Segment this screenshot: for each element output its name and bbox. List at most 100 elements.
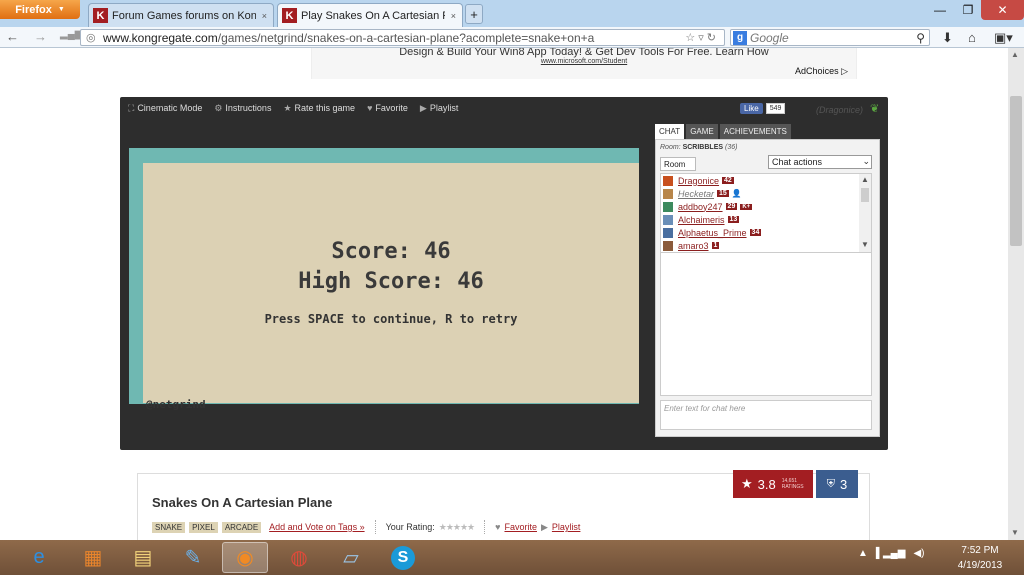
tab-snakes-game[interactable]: K Play Snakes On A Cartesian Pl... × [277,3,463,27]
close-icon[interactable]: × [262,11,267,21]
list-item[interactable]: amaro3 1 [661,239,871,252]
user-name[interactable]: addboy247 [678,202,723,212]
google-icon: g [733,30,747,45]
avatar [663,175,673,186]
tag-pixel[interactable]: PIXEL [189,521,218,533]
download-icon[interactable]: ⬇ [942,30,953,46]
bookmark-star-icon[interactable]: ☆▿↻ [685,31,719,44]
chevron-down-icon: ▼ [57,6,65,13]
file-explorer-icon[interactable]: ▤ [120,542,166,573]
chevron-down-icon[interactable]: ▼ [1011,528,1019,537]
favorite-link[interactable]: Favorite [504,522,537,532]
scroll-thumb[interactable] [1010,96,1022,246]
current-username[interactable]: (Dragonice) [816,105,863,115]
forward-icon[interactable]: → [34,29,47,44]
list-item[interactable]: Alphaetus_Prime 34 [661,226,871,239]
playlist-link[interactable]: Playlist [552,522,581,532]
chat-body: Room: SCRIBBLES (36) Room Chat actions ⌄… [655,139,880,437]
internet-explorer-icon[interactable]: e [16,542,62,573]
level-badge: 29 [725,203,738,210]
kong-plus-badge: K+ [740,203,753,210]
clock[interactable]: 7:52 PM 4/19/2013 [948,543,1012,573]
list-item[interactable]: Alchaimeris 13 [661,213,871,226]
firefox-icon[interactable]: ◉ [222,542,268,573]
user-name[interactable]: amaro3 [678,241,709,251]
tag-snake[interactable]: SNAKE [152,521,186,533]
instructions-button[interactable]: ⚙ Instructions [214,103,271,114]
url-bar[interactable]: ◎ www.kongregate.com/games/netgrind/snak… [80,29,725,46]
minimize-button[interactable]: — [925,0,955,20]
close-icon[interactable]: × [451,11,456,21]
maximize-button[interactable]: ❐ [955,0,981,20]
volume-icon[interactable]: ◀) [913,548,924,559]
chevron-up-icon[interactable]: ▲ [861,175,869,184]
globe-icon: ◎ [86,32,96,44]
paint-icon[interactable]: ✎ [170,542,216,573]
game-canvas[interactable]: Score: 46 High Score: 46 Press SPACE to … [129,148,639,411]
scroll-thumb[interactable] [861,188,869,202]
home-icon[interactable]: ⌂ [968,30,976,45]
chevron-down-icon[interactable]: ▼ [861,240,869,249]
tab-chat[interactable]: CHAT [655,124,685,139]
play-icon: ▶ [419,103,427,113]
new-tab-button[interactable]: + [465,4,483,24]
page-scrollbar[interactable]: ▲ ▼ [1008,48,1024,540]
favorite-button[interactable]: ♥ Favorite [367,103,408,114]
list-item[interactable]: Dragonice 42 [661,174,871,187]
adchoices-link[interactable]: AdChoices ▷ [795,66,848,77]
rating-stars[interactable]: ★★★★★ [439,522,475,533]
user-name[interactable]: Alphaetus_Prime [678,228,747,238]
back-icon[interactable]: ← [6,29,19,44]
user-name[interactable]: Dragonice [678,176,719,186]
ad-link[interactable]: www.microsoft.com/Student [312,58,856,65]
firefox-menu-button[interactable]: Firefox ▼ [0,0,80,19]
tab-game[interactable]: GAME [686,124,718,139]
game-toolbar: ⛶ Cinematic Mode ⚙ Instructions ★ Rate this… [128,103,458,114]
avatar [663,227,673,238]
addon-icon[interactable]: ▣▾ [994,30,1013,46]
list-item[interactable]: Hecketar 15 👤 [661,187,871,200]
search-bar[interactable]: g Google ⚲ [730,29,930,46]
room-name[interactable]: SCRIBBLES [683,144,723,151]
network-icon[interactable]: ▌▂▄▆ [876,548,906,559]
person-icon: 👤 [731,189,742,198]
tab-achievements[interactable]: ACHIEVEMENTS [719,124,791,139]
heart-icon: ♥ [367,103,373,113]
star-icon: ★ [283,103,292,113]
game-screen[interactable]: Score: 46 High Score: 46 Press SPACE to … [143,163,639,411]
cinematic-mode-button[interactable]: ⛶ Cinematic Mode [128,103,202,114]
rate-game-button[interactable]: ★ Rate this game [283,103,355,114]
facebook-like[interactable]: Like 549 [740,103,786,114]
chrome-icon[interactable]: ◍ [276,542,322,573]
rating-value: 3.8 [757,476,776,492]
user-list[interactable]: Dragonice 42 Hecketar 15 👤 addboy247 29 … [660,173,872,253]
user-name[interactable]: Hecketar [678,189,714,199]
user-list-scrollbar[interactable]: ▲ ▼ [859,174,871,252]
gear-icon: ⚙ [214,103,223,113]
list-item[interactable]: addboy247 29 K+ [661,200,871,213]
notepad-icon[interactable]: ▱ [328,542,374,573]
room-tab[interactable]: Room [660,157,696,171]
rating-badge[interactable]: ★ 3.8 14,651 RATINGS [733,470,813,498]
close-window-button[interactable]: ✕ [981,0,1024,20]
installer-icon[interactable]: ▦ [70,542,116,573]
chevron-up-icon[interactable]: ▲ [858,548,868,559]
fb-like-button[interactable]: Like [740,103,763,114]
chat-tabs: CHAT GAME ACHIEVEMENTS [655,124,880,139]
tag-arcade[interactable]: ARCADE [221,521,262,533]
playlist-button[interactable]: ▶ Playlist [420,103,458,114]
chat-panel: CHAT GAME ACHIEVEMENTS Room: SCRIBBLES (… [655,124,880,438]
add-tags-link[interactable]: Add and Vote on Tags » [269,522,364,532]
star-icon: ★ [741,476,753,491]
tab-forum-games[interactable]: K Forum Games forums on Kon... × [88,3,274,27]
ad-banner[interactable]: Design & Build Your Win8 App Today! & Ge… [311,48,857,79]
search-icon[interactable]: ⚲ [916,31,925,45]
chevron-up-icon[interactable]: ▲ [1011,50,1019,59]
badges-badge[interactable]: ⛨ 3 [816,470,858,498]
chat-messages [660,253,872,396]
fb-like-count: 549 [765,103,786,114]
user-name[interactable]: Alchaimeris [678,215,725,225]
chat-input[interactable]: Enter text for chat here [660,400,872,430]
skype-icon[interactable]: S [380,542,426,573]
chat-actions-select[interactable]: Chat actions ⌄ [768,155,872,169]
